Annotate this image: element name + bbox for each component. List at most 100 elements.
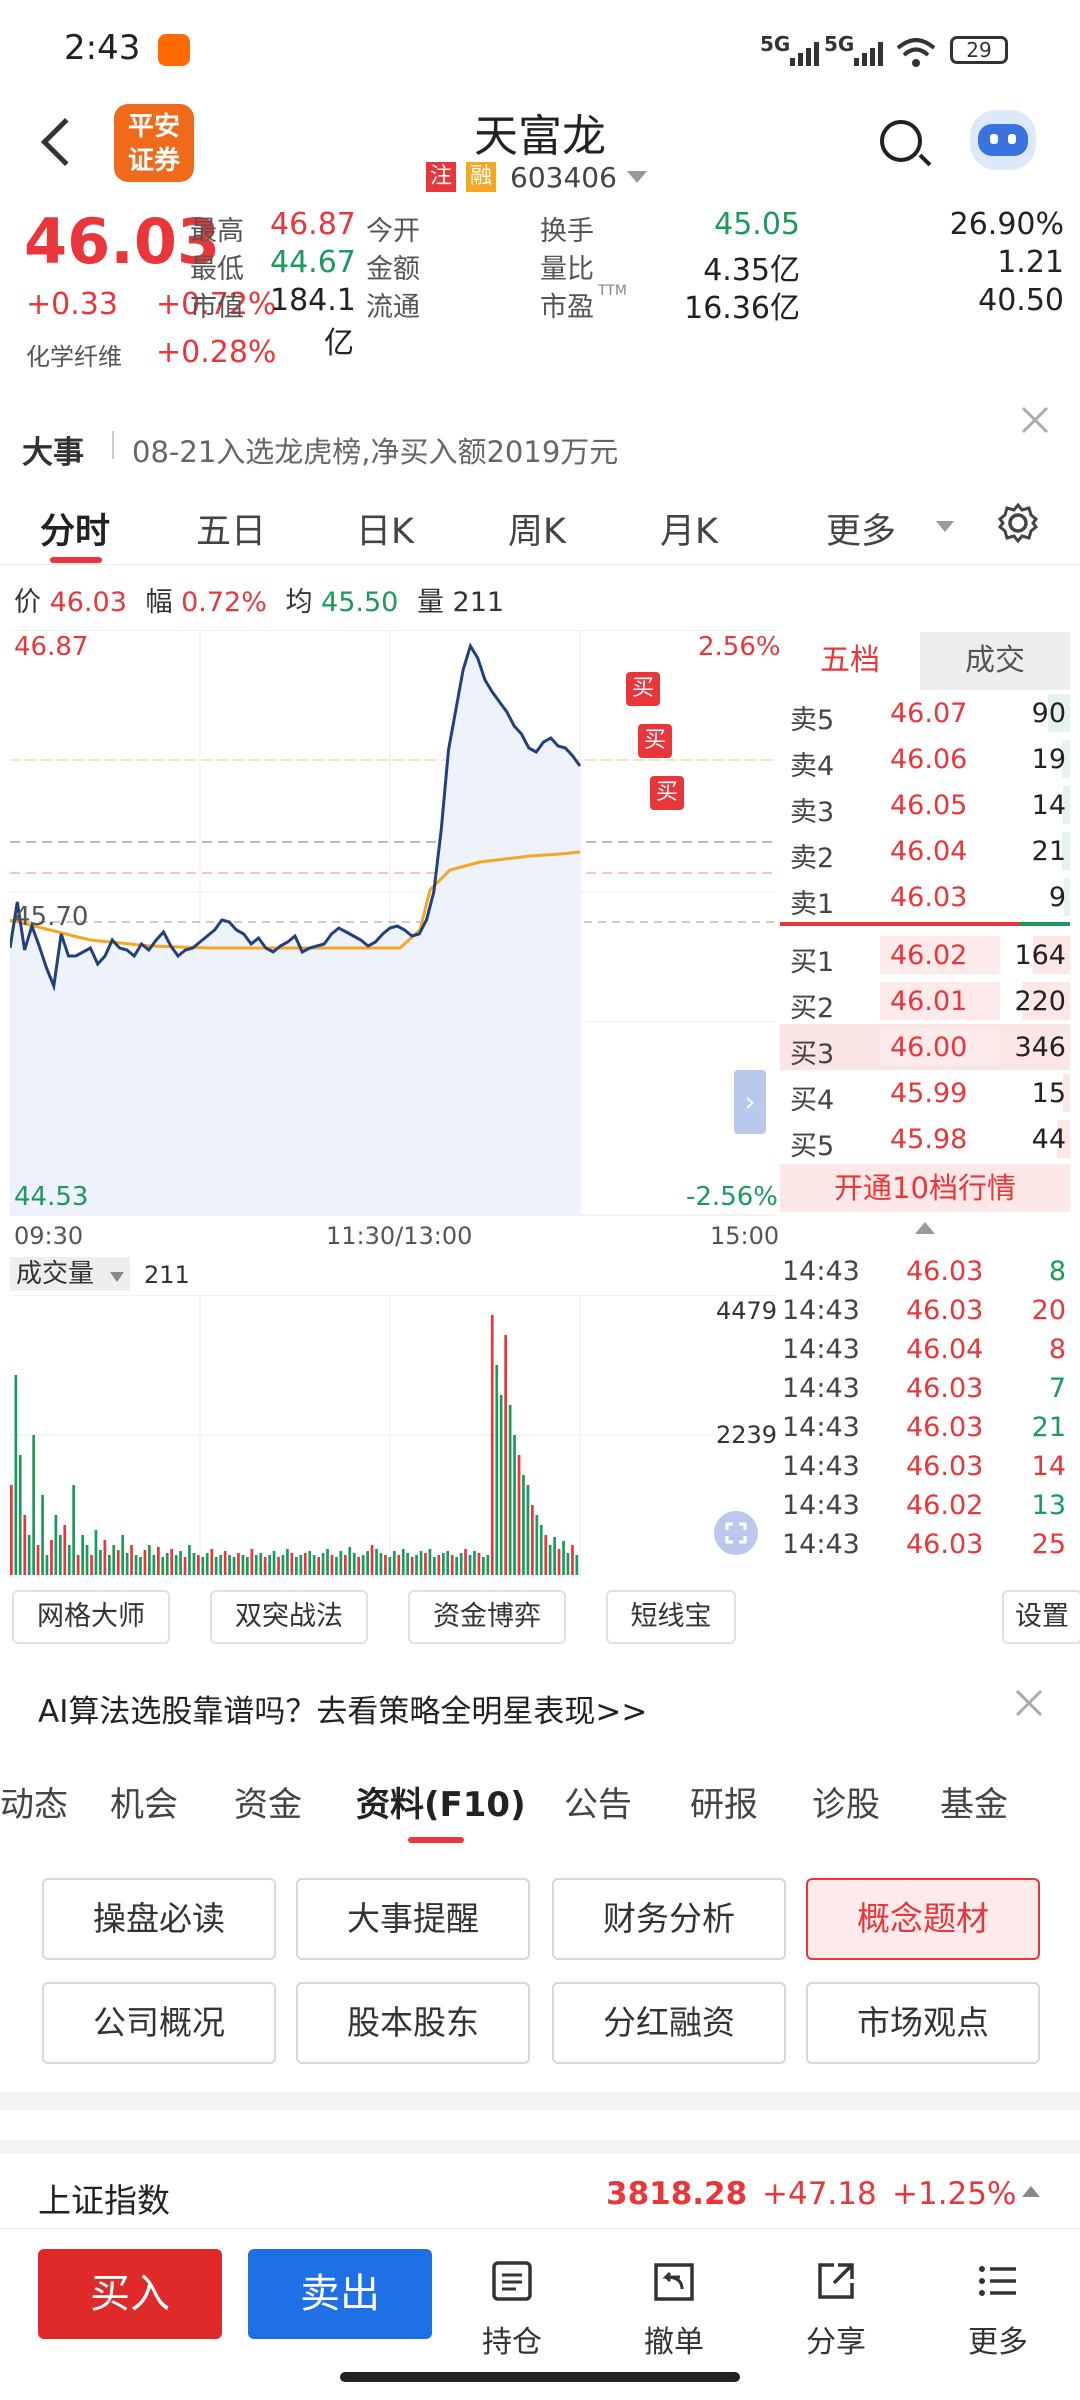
bid-row[interactable]: 买1 46.02 164	[780, 932, 1070, 978]
volume-bar	[14, 1375, 18, 1575]
volume-bar	[384, 1555, 387, 1575]
volume-bar	[72, 1485, 75, 1575]
tool-capital-game[interactable]: 资金博弈	[408, 1590, 566, 1644]
index-bar[interactable]: 上证指数 3818.28 +47.18 +1.25%	[0, 2140, 1080, 2226]
volume-mid-label: 2239	[716, 1421, 778, 1449]
ask-row[interactable]: 卖5 46.07 90	[780, 690, 1070, 736]
f10-tab[interactable]: 研报	[690, 1777, 758, 1826]
quote-field-value: 1.21	[997, 245, 1064, 280]
expand-panel-icon[interactable]: ›	[734, 1070, 766, 1134]
f10-tab[interactable]: 资金	[234, 1777, 302, 1826]
level-volume: 220	[1014, 986, 1066, 1017]
volume-bar	[232, 1557, 236, 1575]
f10-tab[interactable]: 基金	[940, 1777, 1008, 1826]
volume-bar	[446, 1551, 450, 1575]
volume-bar	[59, 1535, 62, 1575]
quote-field-value: 45.05	[714, 207, 800, 242]
tool-grid-master[interactable]: 网格大师	[12, 1590, 170, 1644]
f10-tab[interactable]: 动态	[0, 1777, 68, 1826]
news-bar[interactable]: 大事 08-21入选龙虎榜,净买入额2019万元	[0, 405, 1080, 471]
positions-icon	[492, 2261, 532, 2301]
buy-button[interactable]: 买入	[38, 2249, 222, 2339]
intraday-chart[interactable]: 46.87 45.70 44.53 2.56% -2.56% 买 买 买 ›	[8, 629, 781, 1216]
trade-price: 46.03	[906, 1529, 984, 1560]
tool-double-breakout[interactable]: 双突战法	[210, 1590, 368, 1644]
bid-row[interactable]: 买4 45.99 15	[780, 1070, 1070, 1116]
bid-row[interactable]: 买3 46.00 346	[780, 1024, 1070, 1070]
stock-code-row[interactable]: 注 融 603406	[426, 160, 647, 194]
volume-bar	[10, 1485, 13, 1575]
f10-tab[interactable]: 资料(F10)	[356, 1777, 526, 1826]
volume-bar	[281, 1555, 285, 1575]
volume-chart[interactable]: 成交量 211 4479 2239	[10, 1255, 778, 1575]
ask-row[interactable]: 卖3 46.05 14	[780, 782, 1070, 828]
volume-bar	[286, 1549, 289, 1575]
close-icon[interactable]	[1014, 1688, 1044, 1718]
level-label: 买4	[790, 1085, 835, 1116]
ask-row[interactable]: 卖1 46.03 9	[780, 874, 1070, 920]
fullscreen-icon[interactable]	[714, 1511, 758, 1555]
ai-banner-text: AI算法选股靠谱吗？去看策略全明星表现>>	[38, 1694, 648, 1730]
f10-grid-button[interactable]: 大事提醒	[296, 1878, 530, 1960]
volume-indicator-select[interactable]: 成交量	[10, 1257, 131, 1291]
close-icon[interactable]	[1020, 405, 1050, 435]
tab-monthly-k[interactable]: 月K	[660, 503, 718, 554]
f10-tab[interactable]: 机会	[110, 1777, 178, 1826]
more-button[interactable]: 更多	[948, 2259, 1048, 2361]
expand-up-icon[interactable]	[915, 1222, 935, 1234]
f10-grid-button[interactable]: 财务分析	[552, 1878, 786, 1960]
level-label: 买5	[790, 1131, 835, 1162]
volume-bar	[152, 1555, 156, 1575]
tab-five-levels[interactable]: 五档	[780, 632, 920, 690]
news-divider	[112, 431, 114, 459]
buy-marker-2[interactable]: 买	[638, 724, 672, 758]
tab-weekly-k[interactable]: 周K	[508, 503, 566, 554]
settings-button[interactable]: 设置	[1002, 1590, 1080, 1644]
buy-marker-3[interactable]: 买	[650, 776, 684, 810]
f10-tab[interactable]: 公告	[564, 1777, 632, 1826]
volume-bar	[179, 1551, 182, 1575]
f10-grid-button[interactable]: 概念题材	[806, 1878, 1040, 1960]
volume-bar	[370, 1545, 374, 1575]
f10-grid-button[interactable]: 操盘必读	[42, 1878, 276, 1960]
volume-bar	[517, 1455, 521, 1575]
open-level10-button[interactable]: 开通10档行情	[780, 1164, 1070, 1212]
f10-grid-button[interactable]: 分红融资	[552, 1982, 786, 2064]
info-vol-label: 量	[416, 587, 444, 618]
ask-row[interactable]: 卖4 46.06 19	[780, 736, 1070, 782]
positions-button[interactable]: 持仓	[462, 2259, 562, 2361]
cancel-order-button[interactable]: 撤单	[624, 2259, 724, 2361]
share-button[interactable]: 分享	[786, 2259, 886, 2361]
tool-short-line[interactable]: 短线宝	[606, 1590, 736, 1644]
trade-time: 14:43	[782, 1295, 860, 1326]
ai-banner[interactable]: AI算法选股靠谱吗？去看策略全明星表现>>	[0, 1670, 1080, 1740]
tab-trades[interactable]: 成交	[920, 632, 1070, 690]
tab-intraday[interactable]: 分时	[40, 503, 110, 554]
ai-assistant-icon[interactable]	[970, 110, 1036, 170]
volume-bar	[112, 1545, 116, 1575]
volume-bar	[571, 1545, 574, 1575]
settings-gear-icon[interactable]	[996, 501, 1040, 545]
volume-bar	[174, 1555, 178, 1575]
more-menu-icon	[979, 2266, 1016, 2296]
sector-name[interactable]: 化学纤维	[26, 337, 122, 372]
volume-bar	[303, 1553, 307, 1575]
home-indicator[interactable]	[340, 2372, 740, 2382]
bid-row[interactable]: 买2 46.01 220	[780, 978, 1070, 1024]
search-icon[interactable]	[880, 120, 922, 162]
f10-grid-button[interactable]: 市场观点	[806, 1982, 1040, 2064]
sell-button[interactable]: 卖出	[248, 2249, 432, 2339]
volume-bar	[41, 1495, 44, 1575]
info-price: 46.03	[49, 587, 127, 618]
f10-grid-button[interactable]: 股本股东	[296, 1982, 530, 2064]
tab-five-day[interactable]: 五日	[196, 503, 266, 554]
trade-price: 46.03	[906, 1295, 984, 1326]
level-price: 46.01	[890, 986, 968, 1017]
tab-more[interactable]: 更多	[826, 503, 896, 554]
ask-row[interactable]: 卖2 46.04 21	[780, 828, 1070, 874]
f10-grid-button[interactable]: 公司概况	[42, 1982, 276, 2064]
f10-tab[interactable]: 诊股	[812, 1777, 880, 1826]
tab-daily-k[interactable]: 日K	[356, 503, 414, 554]
bid-row[interactable]: 买5 45.98 44	[780, 1116, 1070, 1162]
buy-marker-1[interactable]: 买	[626, 672, 660, 706]
